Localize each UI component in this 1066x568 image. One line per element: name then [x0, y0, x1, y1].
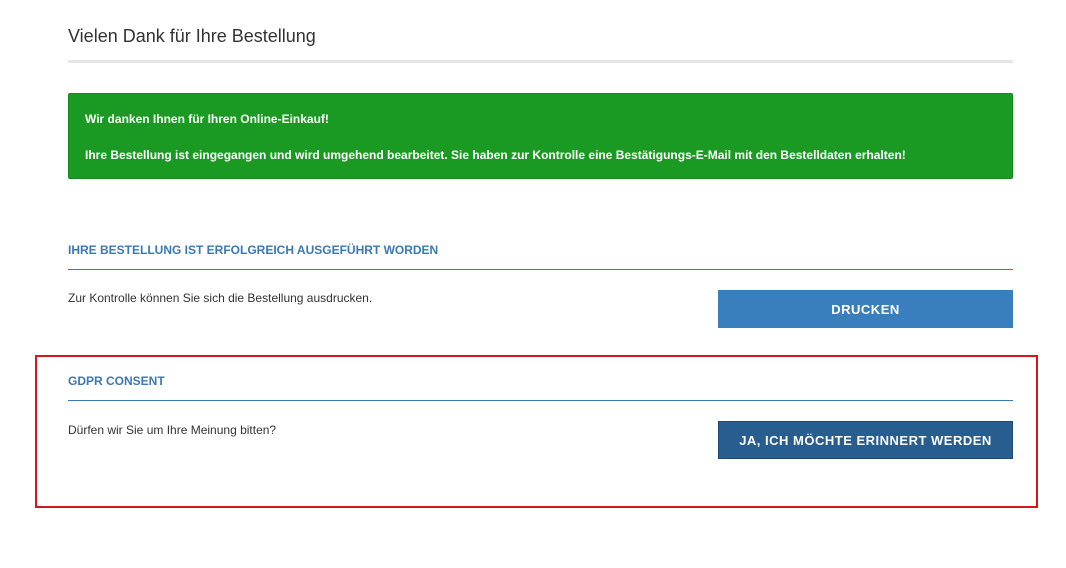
order-section-text: Zur Kontrolle können Sie sich die Bestel… — [68, 291, 373, 305]
print-button[interactable]: DRUCKEN — [718, 290, 1013, 328]
gdpr-section-text: Dürfen wir Sie um Ihre Meinung bitten? — [68, 423, 277, 437]
order-confirmation-page: Vielen Dank für Ihre Bestellung Wir dank… — [0, 0, 1066, 568]
order-section-heading: IHRE BESTELLUNG IST ERFOLGREICH AUSGEFÜH… — [68, 243, 1013, 270]
success-alert: Wir danken Ihnen für Ihren Online-Einkau… — [68, 93, 1013, 179]
page-title: Vielen Dank für Ihre Bestellung — [68, 26, 1013, 63]
gdpr-consent-button[interactable]: JA, ICH MÖCHTE ERINNERT WERDEN — [718, 421, 1013, 459]
alert-heading: Wir danken Ihnen für Ihren Online-Einkau… — [85, 112, 329, 126]
alert-message: Ihre Bestellung ist eingegangen und wird… — [85, 148, 906, 162]
gdpr-section-heading: GDPR CONSENT — [68, 374, 1013, 401]
